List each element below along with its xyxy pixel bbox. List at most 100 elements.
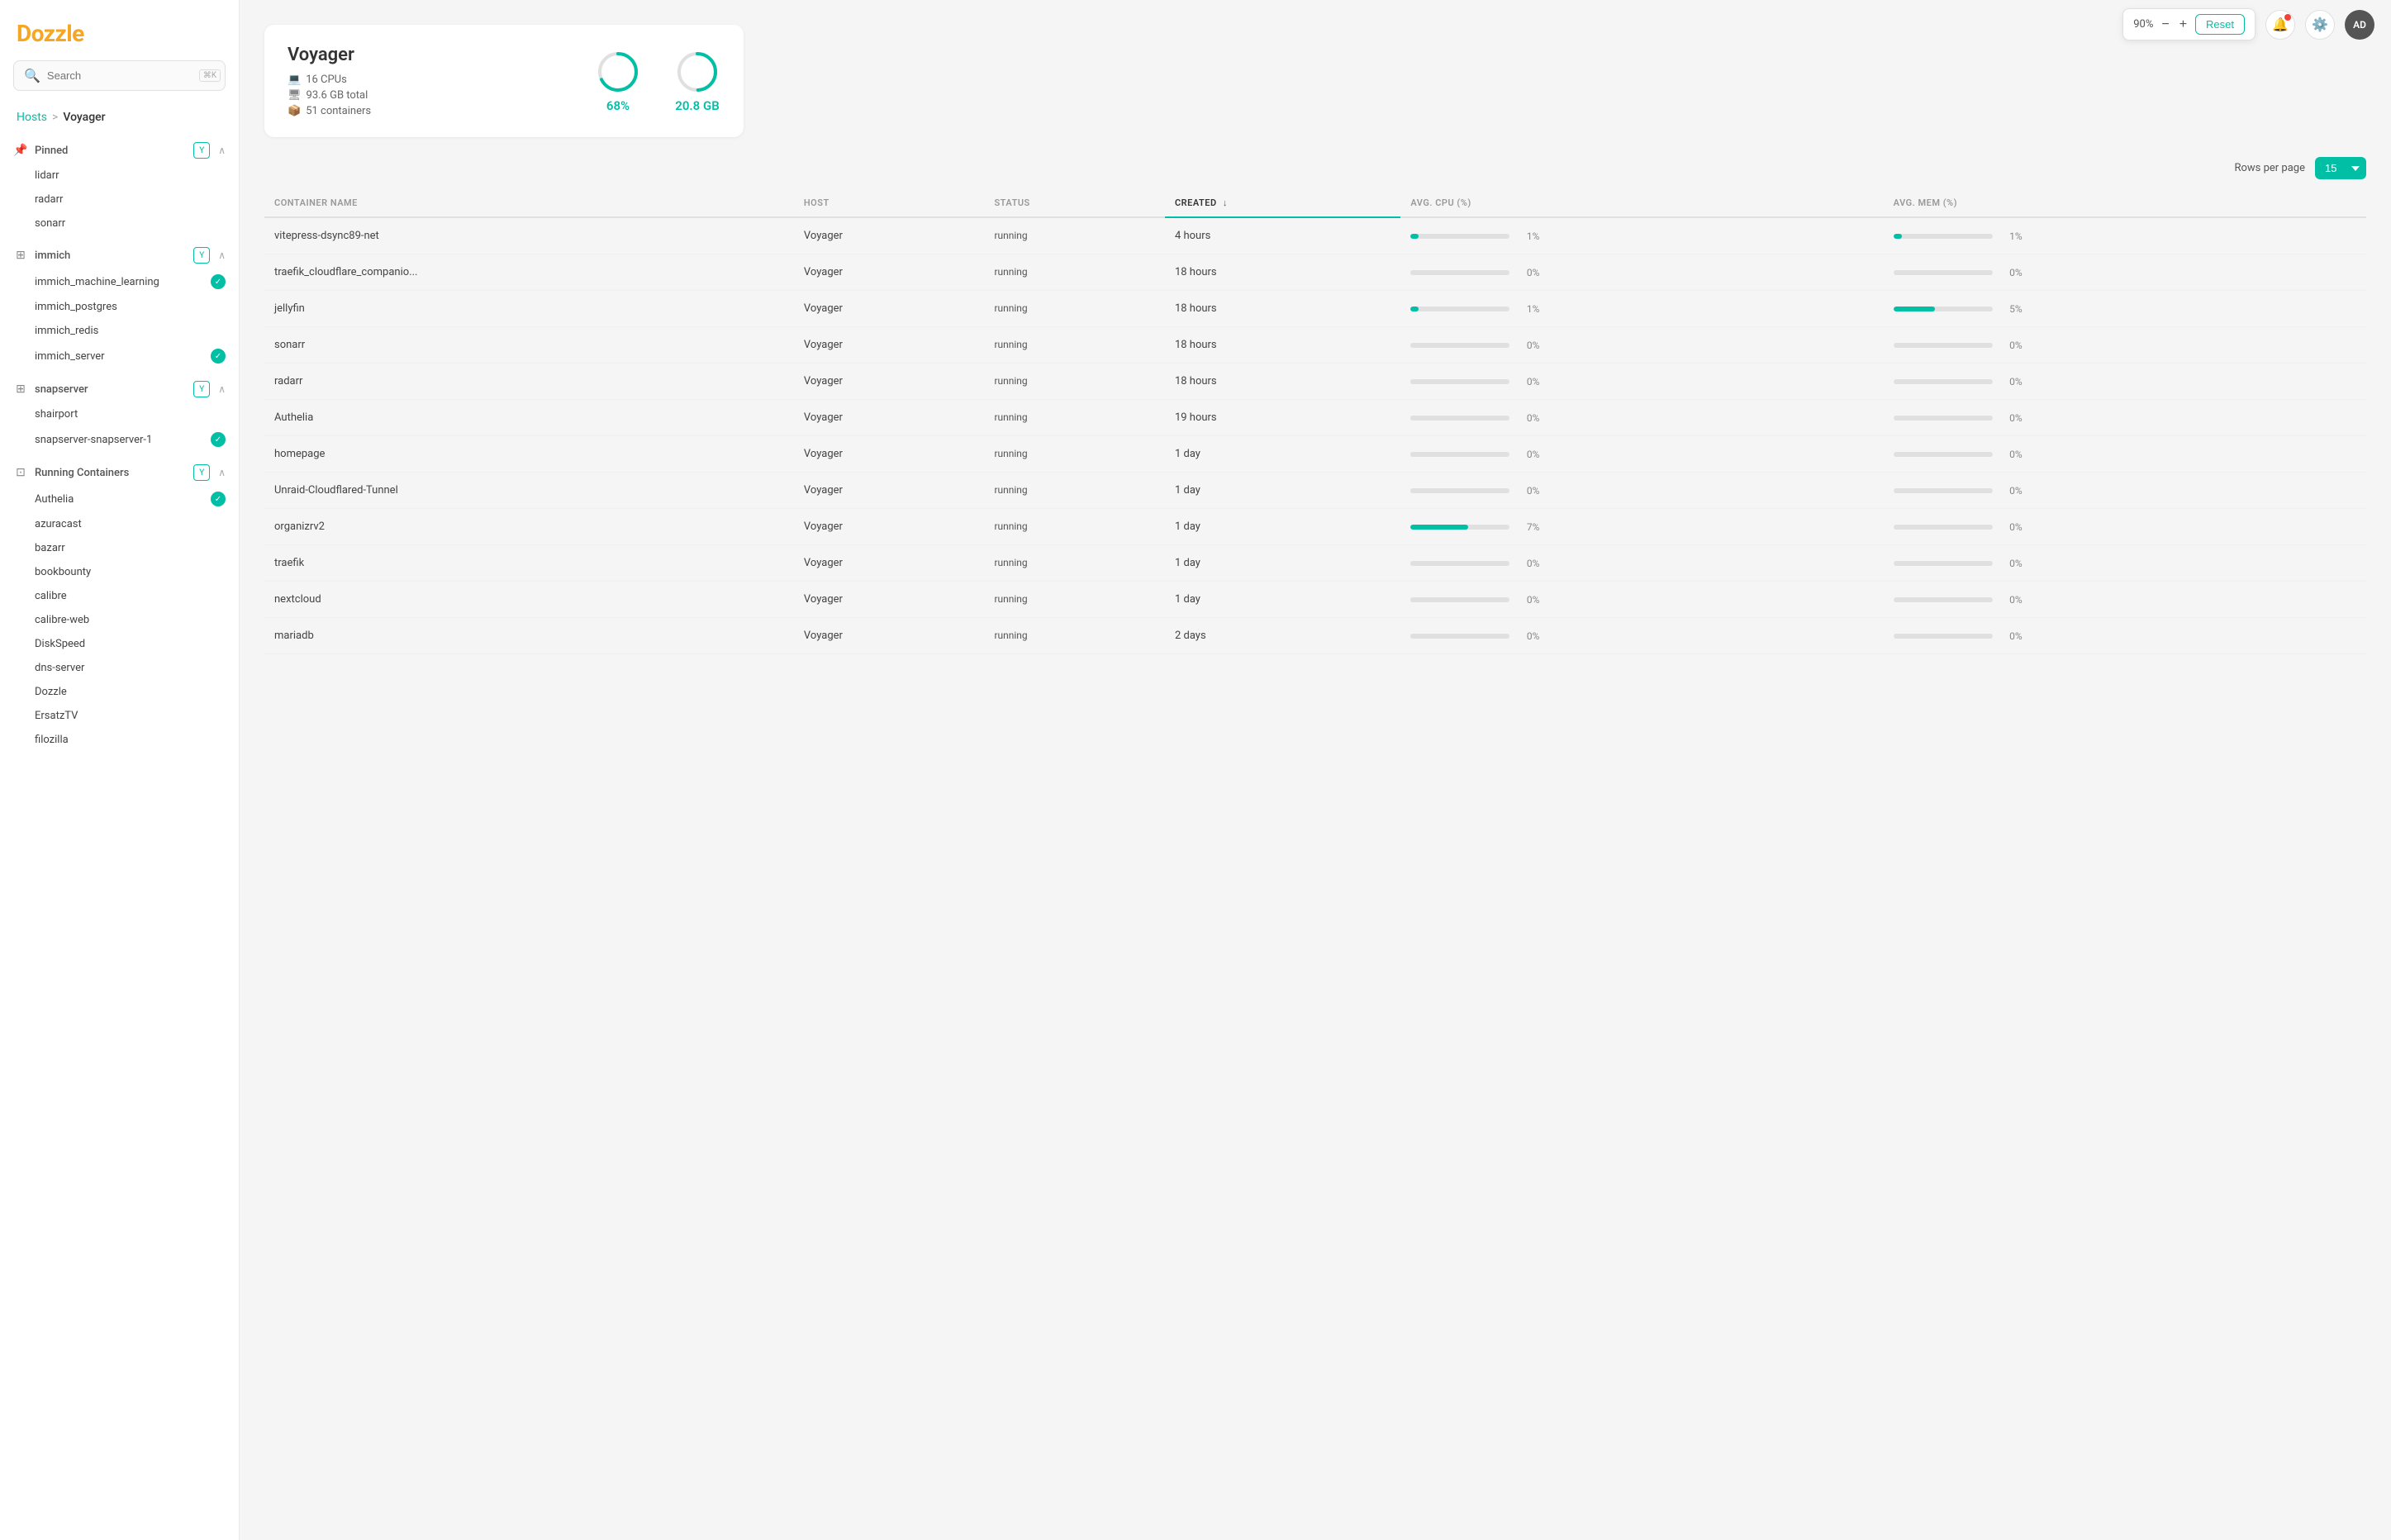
search-shortcut: ⌘K	[199, 69, 221, 82]
table-row[interactable]: nextcloud Voyager running 1 day 0% 0%	[264, 582, 2366, 618]
cell-container-name: organizrv2	[264, 509, 794, 545]
notifications-button[interactable]: 🔔	[2265, 10, 2295, 40]
avatar[interactable]: AD	[2345, 10, 2374, 40]
col-host[interactable]: HOST	[794, 189, 985, 217]
sidebar-item-bookbounty[interactable]: bookbounty	[0, 560, 239, 584]
sidebar-item-radarr[interactable]: radarr	[0, 188, 239, 212]
cell-cpu: 0%	[1400, 327, 1883, 364]
host-memory-row: 🖥 93.6 GB total	[288, 89, 568, 102]
snapserver-badge: Y	[193, 381, 210, 397]
table-row[interactable]: sonarr Voyager running 18 hours 0% 0%	[264, 327, 2366, 364]
cpu-ring-chart	[595, 49, 641, 95]
breadcrumb-hosts-link[interactable]: Hosts	[17, 111, 47, 124]
running-containers-header[interactable]: ⊡ Running Containers Y ∧	[0, 459, 239, 486]
zoom-out-button[interactable]: −	[2160, 18, 2170, 31]
col-container-name[interactable]: CONTAINER NAME	[264, 189, 794, 217]
snapserver-1-check: ✓	[211, 432, 226, 447]
search-input[interactable]	[47, 69, 193, 82]
col-created[interactable]: CREATED ↓	[1165, 189, 1400, 217]
immich-server-label: immich_server	[35, 350, 211, 363]
sidebar-item-ersatztv[interactable]: ErsatzTV	[0, 704, 239, 728]
snapserver-section-header[interactable]: ⊞ snapserver Y ∧	[0, 376, 239, 402]
cell-cpu: 1%	[1400, 291, 1883, 327]
rows-per-page-select[interactable]: 15 25 50 100	[2315, 157, 2366, 179]
cell-mem: 0%	[1884, 254, 2366, 291]
sidebar-item-bazarr[interactable]: bazarr	[0, 536, 239, 560]
shairport-label: shairport	[35, 408, 226, 421]
sidebar-item-immich-postgres[interactable]: immich_postgres	[0, 295, 239, 319]
zoom-in-button[interactable]: +	[2178, 18, 2189, 31]
pinned-chevron-icon: ∧	[218, 145, 226, 156]
pinned-badge: Y	[193, 142, 210, 159]
col-avg-cpu[interactable]: AVG. CPU (%)	[1400, 189, 1883, 217]
col-avg-mem[interactable]: AVG. MEM (%)	[1884, 189, 2366, 217]
sidebar-item-calibre-web[interactable]: calibre-web	[0, 608, 239, 632]
table-row[interactable]: mariadb Voyager running 2 days 0% 0%	[264, 618, 2366, 654]
table-row[interactable]: traefik Voyager running 1 day 0% 0%	[264, 545, 2366, 582]
sidebar-item-diskspeed[interactable]: DiskSpeed	[0, 632, 239, 656]
sidebar-item-calibre[interactable]: calibre	[0, 584, 239, 608]
snapserver-chevron-icon: ∧	[218, 383, 226, 395]
calibre-web-label: calibre-web	[35, 614, 226, 626]
table-row[interactable]: jellyfin Voyager running 18 hours 1% 5%	[264, 291, 2366, 327]
table-row[interactable]: traefik_cloudflare_companio... Voyager r…	[264, 254, 2366, 291]
cell-mem: 0%	[1884, 582, 2366, 618]
notification-badge	[2284, 14, 2291, 21]
settings-button[interactable]: ⚙️	[2305, 10, 2335, 40]
host-metrics: 68% 20.8 GB	[595, 49, 720, 113]
reset-button[interactable]: Reset	[2195, 14, 2245, 35]
sidebar-item-shairport[interactable]: shairport	[0, 402, 239, 426]
pinned-section-header[interactable]: 📌 Pinned Y ∧	[0, 137, 239, 164]
cell-mem: 0%	[1884, 364, 2366, 400]
containers-table: CONTAINER NAME HOST STATUS CREATED ↓ AVG…	[264, 189, 2366, 654]
sidebar-item-authelia[interactable]: Authelia ✓	[0, 486, 239, 512]
host-info: Voyager 💻 16 CPUs 🖥 93.6 GB total 📦 51 c…	[288, 45, 568, 117]
table-toolbar: Rows per page 15 25 50 100	[264, 157, 2366, 179]
cell-status: running	[984, 327, 1165, 364]
cell-status: running	[984, 582, 1165, 618]
sidebar-item-lidarr[interactable]: lidarr	[0, 164, 239, 188]
cell-mem: 0%	[1884, 400, 2366, 436]
cell-mem: 0%	[1884, 473, 2366, 509]
pinned-label: Pinned	[35, 145, 193, 157]
col-status[interactable]: STATUS	[984, 189, 1165, 217]
cell-cpu: 0%	[1400, 254, 1883, 291]
sidebar: Dozzle 🔍 ⌘K Hosts > Voyager 📌 Pinned Y ∧…	[0, 0, 240, 1540]
cpu-value: 68%	[606, 98, 630, 113]
table-row[interactable]: Authelia Voyager running 19 hours 0% 0%	[264, 400, 2366, 436]
sidebar-item-sonarr[interactable]: sonarr	[0, 212, 239, 235]
search-box[interactable]: 🔍 ⌘K	[13, 60, 226, 91]
host-containers: 51 containers	[306, 105, 371, 117]
immich-section-header[interactable]: ⊞ immich Y ∧	[0, 242, 239, 269]
bookbounty-label: bookbounty	[35, 566, 226, 578]
sidebar-item-azuracast[interactable]: azuracast	[0, 512, 239, 536]
cell-created: 19 hours	[1165, 400, 1400, 436]
table-header: CONTAINER NAME HOST STATUS CREATED ↓ AVG…	[264, 189, 2366, 217]
immich-ml-check: ✓	[211, 274, 226, 289]
sidebar-item-immich-server[interactable]: immich_server ✓	[0, 343, 239, 369]
cell-host: Voyager	[794, 545, 985, 582]
authelia-label: Authelia	[35, 493, 211, 506]
table-row[interactable]: radarr Voyager running 18 hours 0% 0%	[264, 364, 2366, 400]
table-row[interactable]: Unraid-Cloudflared-Tunnel Voyager runnin…	[264, 473, 2366, 509]
sidebar-item-dozzle[interactable]: Dozzle	[0, 680, 239, 704]
cell-host: Voyager	[794, 473, 985, 509]
cpu-icon: 💻	[288, 74, 301, 86]
sidebar-item-immich-ml[interactable]: immich_machine_learning ✓	[0, 269, 239, 295]
table-row[interactable]: vitepress-dsync89-net Voyager running 4 …	[264, 217, 2366, 254]
cell-mem: 5%	[1884, 291, 2366, 327]
table-row[interactable]: homepage Voyager running 1 day 0% 0%	[264, 436, 2366, 473]
sidebar-item-immich-redis[interactable]: immich_redis	[0, 319, 239, 343]
immich-label: immich	[35, 250, 193, 262]
immich-badge: Y	[193, 247, 210, 264]
sidebar-item-snapserver-1[interactable]: snapserver-snapserver-1 ✓	[0, 426, 239, 453]
cell-status: running	[984, 509, 1165, 545]
sidebar-item-filozilla[interactable]: filozilla	[0, 728, 239, 752]
table-row[interactable]: organizrv2 Voyager running 1 day 7% 0%	[264, 509, 2366, 545]
sidebar-item-dns-server[interactable]: dns-server	[0, 656, 239, 680]
cell-cpu: 1%	[1400, 217, 1883, 254]
pinned-section: 📌 Pinned Y ∧ lidarr radarr sonarr	[0, 134, 239, 239]
cell-cpu: 7%	[1400, 509, 1883, 545]
search-icon: 🔍	[24, 68, 40, 83]
host-card: Voyager 💻 16 CPUs 🖥 93.6 GB total 📦 51 c…	[264, 25, 744, 137]
